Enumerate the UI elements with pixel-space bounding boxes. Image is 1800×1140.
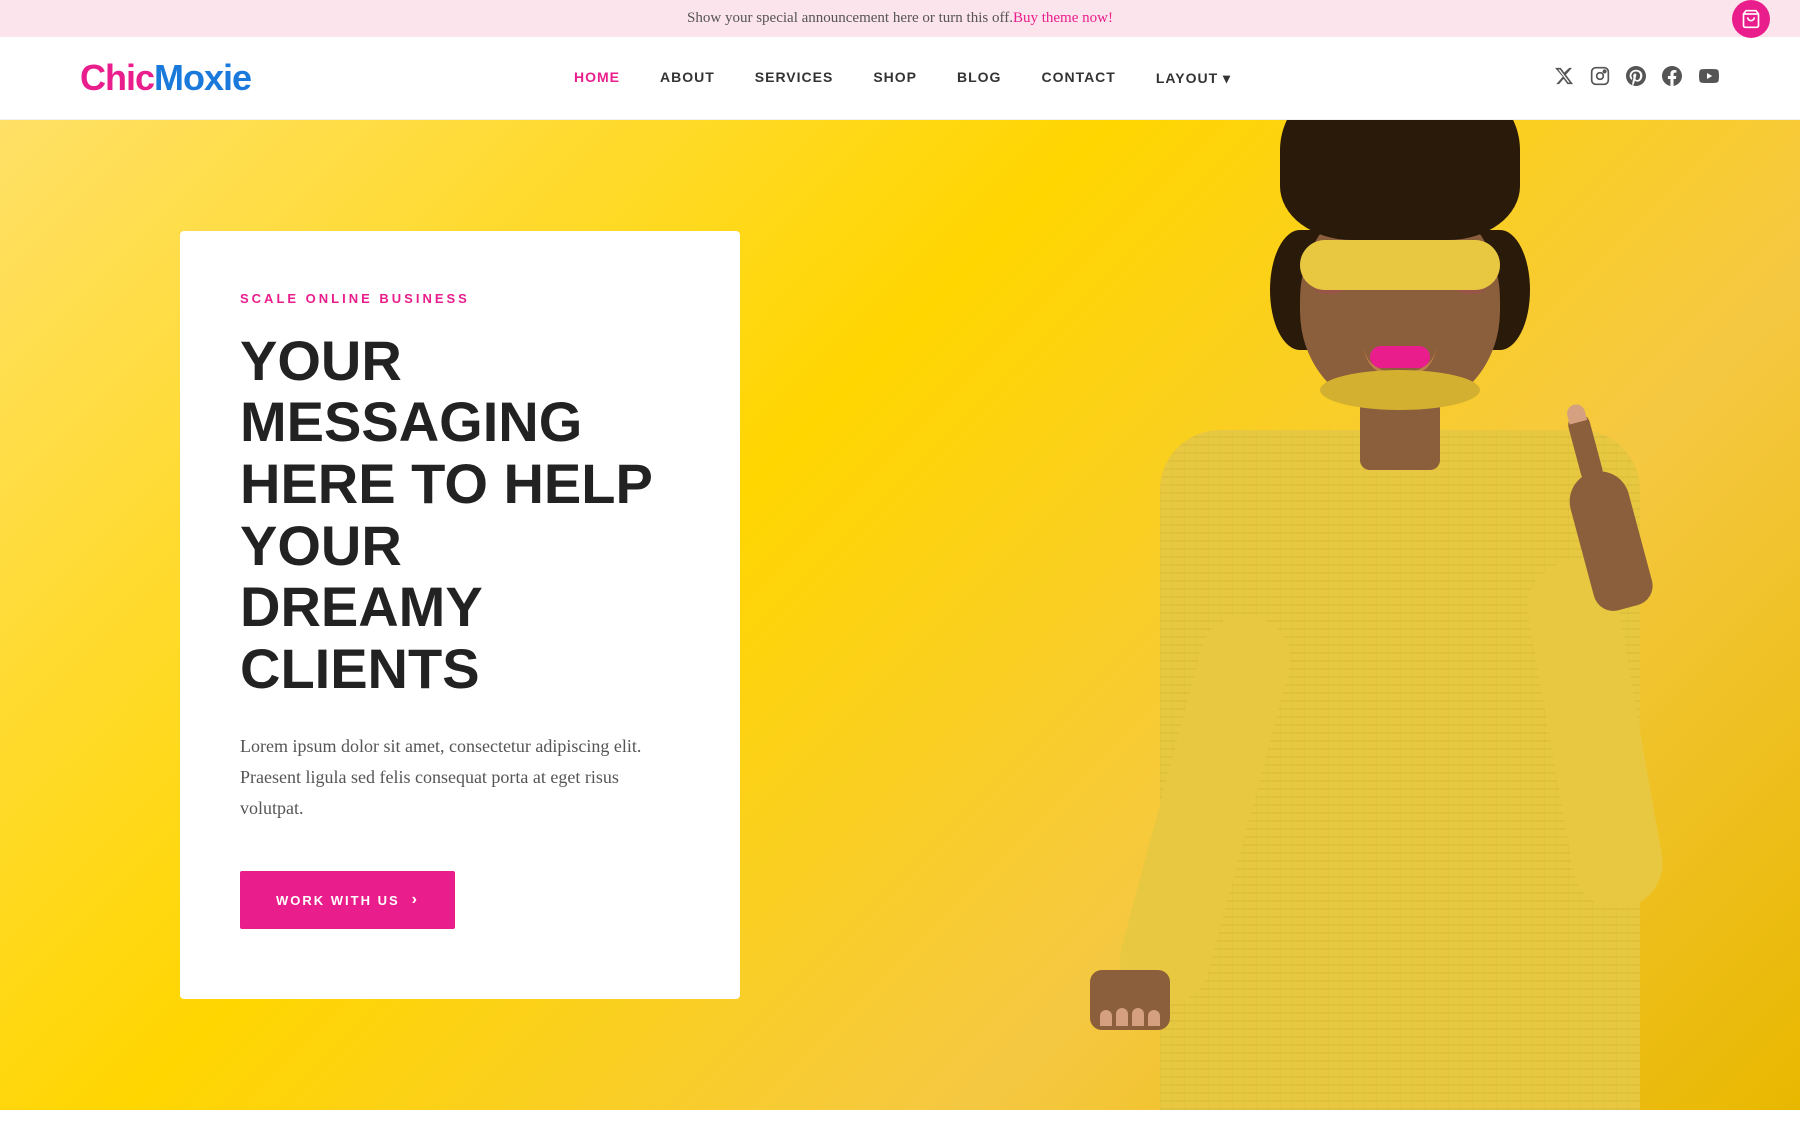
pinterest-icon[interactable]: [1626, 66, 1646, 91]
cta-arrow-icon: ›: [412, 891, 419, 909]
header: ChicMoxie HOME ABOUT SERVICES SHOP BLOG …: [0, 37, 1800, 120]
hero-heading: YOUR MESSAGING HERE TO HELP YOUR DREAMY …: [240, 330, 680, 700]
nav-link-blog[interactable]: BLOG: [957, 69, 1001, 85]
main-nav: HOME ABOUT SERVICES SHOP BLOG CONTACT LA…: [574, 69, 1231, 87]
nav-link-shop[interactable]: SHOP: [873, 69, 917, 85]
nav-link-home[interactable]: HOME: [574, 69, 620, 85]
headband: [1300, 240, 1500, 290]
facebook-icon[interactable]: [1662, 66, 1682, 91]
nail-2: [1116, 1008, 1128, 1026]
nails-row: [1090, 970, 1170, 1030]
twitter-icon[interactable]: [1554, 66, 1574, 91]
hero-description: Lorem ipsum dolor sit amet, consectetur …: [240, 731, 680, 823]
cart-icon: [1741, 9, 1761, 29]
nav-item-blog[interactable]: BLOG: [957, 69, 1001, 87]
hero-heading-line2: HERE TO HELP YOUR: [240, 452, 652, 577]
hero-section: SCALE ONLINE BUSINESS YOUR MESSAGING HER…: [0, 120, 1800, 1110]
nav-item-contact[interactable]: CONTACT: [1041, 69, 1115, 87]
nav-link-about[interactable]: ABOUT: [660, 69, 715, 85]
logo[interactable]: ChicMoxie: [80, 57, 251, 99]
logo-moxie: Moxie: [154, 57, 251, 98]
hair-top: [1280, 120, 1520, 240]
nav-item-layout[interactable]: LAYOUT ▾: [1156, 70, 1231, 87]
hero-heading-line1: YOUR MESSAGING: [240, 329, 582, 454]
nail-3: [1132, 1008, 1144, 1026]
collar: [1320, 370, 1480, 410]
cart-button[interactable]: [1732, 0, 1770, 38]
instagram-icon[interactable]: [1590, 66, 1610, 91]
announcement-bar: Show your special announcement here or t…: [0, 0, 1800, 37]
nav-item-home[interactable]: HOME: [574, 69, 620, 87]
nail-4: [1148, 1010, 1160, 1026]
logo-chic: Chic: [80, 57, 154, 98]
nav-link-contact[interactable]: CONTACT: [1041, 69, 1115, 85]
nav-link-services[interactable]: SERVICES: [755, 69, 834, 85]
woman-figure: [1050, 140, 1750, 1110]
hero-heading-line3: DREAMY CLIENTS: [240, 575, 482, 700]
nav-item-services[interactable]: SERVICES: [755, 69, 834, 87]
announcement-link[interactable]: Buy theme now!: [1013, 10, 1113, 27]
hero-subtitle: SCALE ONLINE BUSINESS: [240, 291, 680, 306]
hand-left: [1090, 970, 1170, 1030]
hero-card: SCALE ONLINE BUSINESS YOUR MESSAGING HER…: [180, 231, 740, 999]
cta-button[interactable]: WORK WITH US ›: [240, 871, 455, 929]
social-icons: [1554, 66, 1720, 91]
hero-image: [630, 120, 1800, 1110]
nav-item-shop[interactable]: SHOP: [873, 69, 917, 87]
youtube-icon[interactable]: [1698, 66, 1720, 91]
announcement-text: Show your special announcement here or t…: [687, 10, 1013, 27]
nav-item-about[interactable]: ABOUT: [660, 69, 715, 87]
nav-link-layout[interactable]: LAYOUT ▾: [1156, 70, 1231, 87]
nail-1: [1100, 1010, 1112, 1026]
cta-label: WORK WITH US: [276, 893, 400, 908]
